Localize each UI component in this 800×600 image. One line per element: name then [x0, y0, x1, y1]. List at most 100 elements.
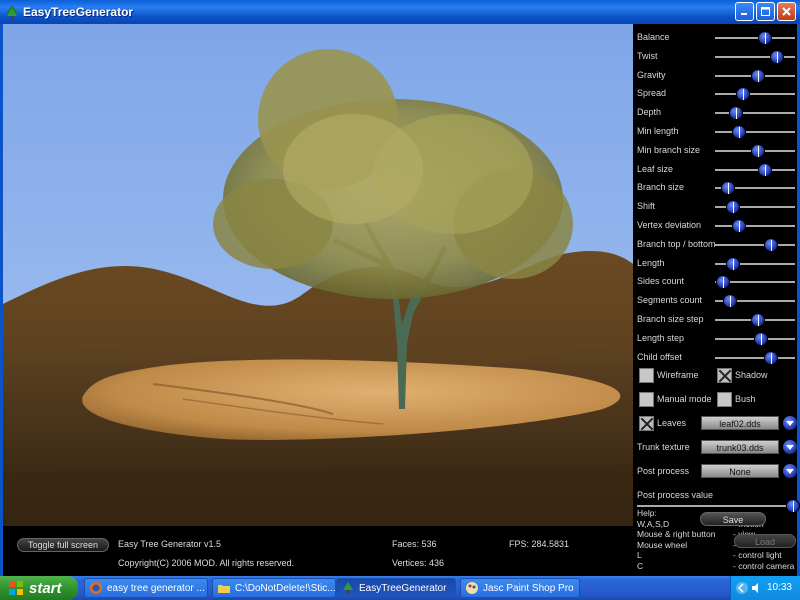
slider-knob[interactable] [731, 125, 746, 139]
slider-knob[interactable] [726, 256, 741, 271]
slider-track[interactable] [715, 112, 795, 115]
slider-knob[interactable] [758, 31, 773, 45]
maximize-button[interactable] [756, 2, 775, 21]
paint-icon [466, 582, 478, 594]
slider-leaf-size[interactable]: Leaf size [633, 160, 797, 179]
slider-knob[interactable] [729, 106, 743, 121]
slider-knob[interactable] [751, 143, 766, 158]
trunk-row[interactable]: Trunk texture trunk03.dds [633, 438, 797, 458]
slider-branch-size[interactable]: Branch size [633, 178, 797, 197]
taskbar-button[interactable]: Jasc Paint Shop Pro [460, 578, 580, 598]
taskbar-button[interactable]: C:\DoNotDelete!\Stic... [212, 578, 336, 598]
bush-checkbox[interactable] [717, 392, 732, 407]
chevron-down-icon[interactable] [783, 440, 797, 454]
speaker-icon[interactable] [751, 582, 763, 594]
slider-knob[interactable] [758, 162, 773, 177]
slider-min-branch-size[interactable]: Min branch size [633, 141, 797, 160]
3d-viewport[interactable] [3, 24, 633, 526]
leaves-checkbox[interactable] [639, 416, 654, 431]
help-row: L - control light [637, 550, 797, 561]
status-bar: Toggle full screen Easy Tree Generator v… [3, 526, 633, 576]
slider-track[interactable] [715, 356, 795, 359]
toggle-full-screen-button[interactable]: Toggle full screen [17, 538, 109, 552]
slider-knob[interactable] [764, 237, 778, 252]
slider-balance[interactable]: Balance [633, 28, 797, 47]
slider-post-process-value[interactable]: Post process value [633, 486, 800, 513]
slider-segments-count[interactable]: Segments count [633, 291, 797, 310]
slider-label: Length step [637, 332, 685, 343]
shadow-checkbox-row[interactable]: Shadow [715, 366, 797, 386]
slider-knob[interactable] [716, 275, 731, 290]
slider-label: Shift [637, 201, 656, 212]
post-process-label: Post process [637, 466, 690, 476]
leaves-texture-select[interactable]: leaf02.dds [701, 416, 779, 430]
chevron-down-icon[interactable] [783, 416, 797, 430]
wireframe-checkbox[interactable] [639, 368, 654, 383]
manual-mode-label: Manual mode [657, 394, 712, 404]
slider-sides-count[interactable]: Sides count [633, 272, 797, 291]
load-button[interactable]: Load [734, 534, 796, 548]
slider-twist[interactable]: Twist [633, 47, 797, 66]
slider-child-offset[interactable]: Child offset [633, 348, 797, 367]
slider-knob[interactable] [731, 219, 746, 233]
slider-track[interactable] [715, 168, 795, 171]
slider-depth[interactable]: Depth [633, 103, 797, 122]
slider-branch-top-bottom[interactable]: Branch top / bottom [633, 235, 797, 254]
slider-label: Length [637, 257, 665, 268]
taskbar-button[interactable]: EasyTreeGenerator [336, 578, 456, 598]
title-bar[interactable]: EasyTreeGenerator [0, 0, 800, 24]
leaves-row[interactable]: Leaves leaf02.dds [633, 414, 797, 434]
help-key: Mouse wheel [637, 539, 688, 550]
system-tray: 10:33 [730, 576, 800, 600]
leaves-label: Leaves [657, 418, 687, 428]
taskbar-button[interactable]: easy tree generator ... [84, 578, 208, 598]
slider-knob[interactable] [720, 181, 735, 196]
close-button[interactable] [777, 2, 796, 21]
slider-length[interactable]: Length [633, 254, 797, 273]
slider-min-length[interactable]: Min length [633, 122, 797, 141]
slider-knob[interactable] [736, 87, 750, 102]
save-button[interactable]: Save [700, 512, 766, 526]
chevron-left-icon[interactable] [735, 581, 749, 595]
bush-checkbox-row[interactable]: Bush [715, 390, 797, 410]
slider-label: Leaf size [637, 163, 674, 174]
taskbar: start easy tree generator ... C:\DoNotDel… [0, 576, 800, 600]
start-button[interactable]: start [0, 576, 78, 600]
minimize-button[interactable] [735, 2, 754, 21]
slider-shift[interactable]: Shift [633, 197, 797, 216]
slider-label: Spread [637, 88, 667, 99]
slider-branch-size-step[interactable]: Branch size step [633, 310, 797, 329]
slider-track[interactable] [637, 505, 795, 507]
maximize-icon [761, 7, 770, 16]
slider-track[interactable] [715, 131, 795, 133]
slider-spread[interactable]: Spread [633, 84, 797, 103]
slider-knob[interactable] [764, 350, 778, 365]
help-key: L [637, 550, 642, 560]
slider-length-step[interactable]: Length step [633, 329, 797, 348]
slider-track[interactable] [715, 225, 795, 227]
slider-track[interactable] [715, 93, 795, 96]
clock: 10:33 [766, 582, 792, 593]
slider-label: Balance [637, 32, 670, 42]
taskbar-button-label: Jasc Paint Shop Pro [483, 582, 574, 594]
slider-knob[interactable] [751, 313, 766, 327]
post-process-select[interactable]: None [701, 464, 779, 478]
slider-knob[interactable] [751, 68, 766, 83]
tree-icon [6, 5, 18, 19]
manual-mode-checkbox[interactable] [639, 392, 654, 407]
start-label: start [29, 579, 62, 597]
slider-vertex-deviation[interactable]: Vertex deviation [633, 216, 797, 235]
chevron-down-icon[interactable] [783, 464, 797, 478]
post-process-value-label: Post process value [637, 490, 714, 500]
slider-track[interactable] [715, 243, 795, 246]
slider-knob[interactable] [754, 331, 769, 346]
shadow-checkbox[interactable] [717, 368, 732, 383]
slider-knob[interactable] [723, 294, 738, 309]
post-process-row[interactable]: Post process None [633, 462, 797, 482]
slider-track[interactable] [715, 37, 795, 39]
slider-knob[interactable] [726, 200, 741, 215]
trunk-select[interactable]: trunk03.dds [701, 440, 779, 454]
slider-label: Child offset [637, 351, 682, 362]
slider-knob[interactable] [769, 49, 784, 64]
slider-gravity[interactable]: Gravity [633, 66, 797, 85]
